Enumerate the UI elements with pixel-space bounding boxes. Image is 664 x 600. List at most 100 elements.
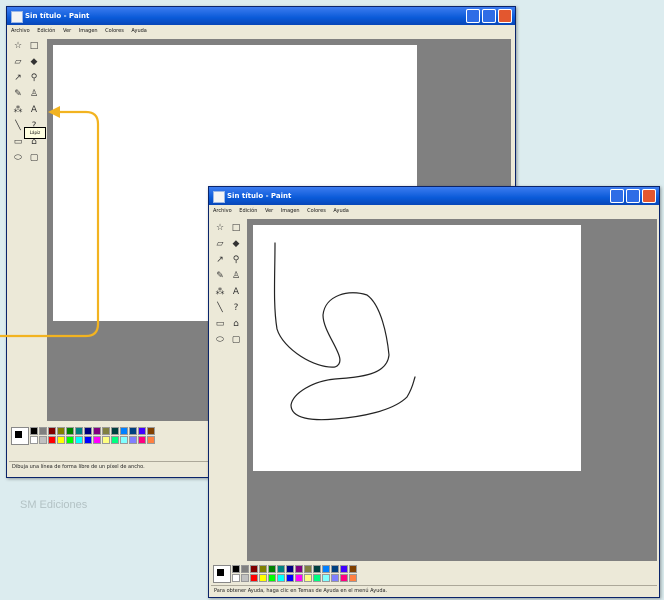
color-picker-icon[interactable]: ↗ [213, 253, 227, 267]
color-swatch[interactable] [277, 565, 285, 573]
menu-archivo[interactable]: Archivo [213, 208, 232, 214]
text-icon[interactable]: A [229, 285, 243, 299]
rect-select-icon[interactable]: □ [27, 39, 41, 53]
close-button[interactable] [642, 189, 656, 203]
menu-ayuda[interactable]: Ayuda [131, 28, 146, 34]
color-swatch[interactable] [232, 574, 240, 582]
color-swatch[interactable] [93, 427, 101, 435]
polygon-icon[interactable]: ⌂ [229, 317, 243, 331]
color-swatch[interactable] [349, 574, 357, 582]
rectangle-icon[interactable]: ▭ [213, 317, 227, 331]
color-swatch[interactable] [84, 436, 92, 444]
color-swatch[interactable] [147, 436, 155, 444]
current-colors[interactable] [11, 427, 29, 445]
color-swatch[interactable] [304, 574, 312, 582]
color-swatch[interactable] [250, 574, 258, 582]
color-swatch[interactable] [250, 565, 258, 573]
menu-ver[interactable]: Ver [63, 28, 71, 34]
color-swatch[interactable] [304, 565, 312, 573]
color-swatch[interactable] [259, 565, 267, 573]
line-icon[interactable]: ╲ [213, 301, 227, 315]
color-swatch[interactable] [349, 565, 357, 573]
close-button[interactable] [498, 9, 512, 23]
pencil-icon[interactable]: ✎ [213, 269, 227, 283]
color-swatch[interactable] [30, 427, 38, 435]
rectangle-icon[interactable]: ▭ [11, 135, 25, 149]
color-swatch[interactable] [129, 427, 137, 435]
airbrush-icon[interactable]: ⁂ [213, 285, 227, 299]
maximize-button[interactable] [626, 189, 640, 203]
color-swatch[interactable] [322, 565, 330, 573]
color-swatch[interactable] [75, 427, 83, 435]
color-swatch[interactable] [66, 427, 74, 435]
brush-icon[interactable]: ♙ [27, 87, 41, 101]
color-swatch[interactable] [48, 436, 56, 444]
current-colors[interactable] [213, 565, 231, 583]
color-swatch[interactable] [147, 427, 155, 435]
color-swatch[interactable] [102, 436, 110, 444]
color-swatch[interactable] [241, 565, 249, 573]
menu-edicion[interactable]: Edición [37, 28, 55, 34]
color-picker-icon[interactable]: ↗ [11, 71, 25, 85]
rounded-rect-icon[interactable]: ▢ [27, 151, 41, 165]
color-swatch[interactable] [120, 427, 128, 435]
color-swatch[interactable] [340, 574, 348, 582]
curve-icon[interactable]: ? [229, 301, 243, 315]
color-swatch[interactable] [111, 427, 119, 435]
ellipse-icon[interactable]: ⬭ [11, 151, 25, 165]
color-swatch[interactable] [120, 436, 128, 444]
line-icon[interactable]: ╲ [11, 119, 25, 133]
color-swatch[interactable] [286, 565, 294, 573]
color-swatch[interactable] [232, 565, 240, 573]
drawing-canvas[interactable] [253, 225, 581, 471]
maximize-button[interactable] [482, 9, 496, 23]
menu-archivo[interactable]: Archivo [11, 28, 30, 34]
color-swatch[interactable] [66, 436, 74, 444]
color-swatch[interactable] [84, 427, 92, 435]
rounded-rect-icon[interactable]: ▢ [229, 333, 243, 347]
fill-icon[interactable]: ◆ [27, 55, 41, 69]
color-swatch[interactable] [39, 436, 47, 444]
magnifier-icon[interactable]: ⚲ [27, 71, 41, 85]
color-swatch[interactable] [268, 574, 276, 582]
color-swatch[interactable] [129, 436, 137, 444]
ellipse-icon[interactable]: ⬭ [213, 333, 227, 347]
color-swatch[interactable] [259, 574, 267, 582]
eraser-icon[interactable]: ▱ [213, 237, 227, 251]
menu-ver[interactable]: Ver [265, 208, 273, 214]
free-select-icon[interactable]: ☆ [11, 39, 25, 53]
color-swatch[interactable] [340, 565, 348, 573]
color-swatch[interactable] [57, 436, 65, 444]
menu-colores[interactable]: Colores [307, 208, 326, 214]
color-swatch[interactable] [102, 427, 110, 435]
fill-icon[interactable]: ◆ [229, 237, 243, 251]
color-swatch[interactable] [331, 574, 339, 582]
title-bar[interactable]: Sin título - Paint [209, 187, 659, 205]
color-swatch[interactable] [138, 427, 146, 435]
color-swatch[interactable] [30, 436, 38, 444]
pencil-icon[interactable]: ✎ [11, 87, 25, 101]
airbrush-icon[interactable]: ⁂ [11, 103, 25, 117]
color-swatch[interactable] [268, 565, 276, 573]
menu-ayuda[interactable]: Ayuda [333, 208, 348, 214]
color-swatch[interactable] [39, 427, 47, 435]
menu-colores[interactable]: Colores [105, 28, 124, 34]
color-swatch[interactable] [241, 574, 249, 582]
color-swatch[interactable] [138, 436, 146, 444]
menu-imagen[interactable]: Imagen [79, 28, 98, 34]
brush-icon[interactable]: ♙ [229, 269, 243, 283]
color-swatch[interactable] [48, 427, 56, 435]
color-swatch[interactable] [111, 436, 119, 444]
color-swatch[interactable] [295, 565, 303, 573]
color-swatch[interactable] [313, 574, 321, 582]
magnifier-icon[interactable]: ⚲ [229, 253, 243, 267]
color-swatch[interactable] [322, 574, 330, 582]
color-swatch[interactable] [57, 427, 65, 435]
rect-select-icon[interactable]: □ [229, 221, 243, 235]
title-bar[interactable]: Sin título - Paint [7, 7, 515, 25]
text-icon[interactable]: A [27, 103, 41, 117]
minimize-button[interactable] [466, 9, 480, 23]
color-swatch[interactable] [75, 436, 83, 444]
color-swatch[interactable] [331, 565, 339, 573]
color-swatch[interactable] [295, 574, 303, 582]
